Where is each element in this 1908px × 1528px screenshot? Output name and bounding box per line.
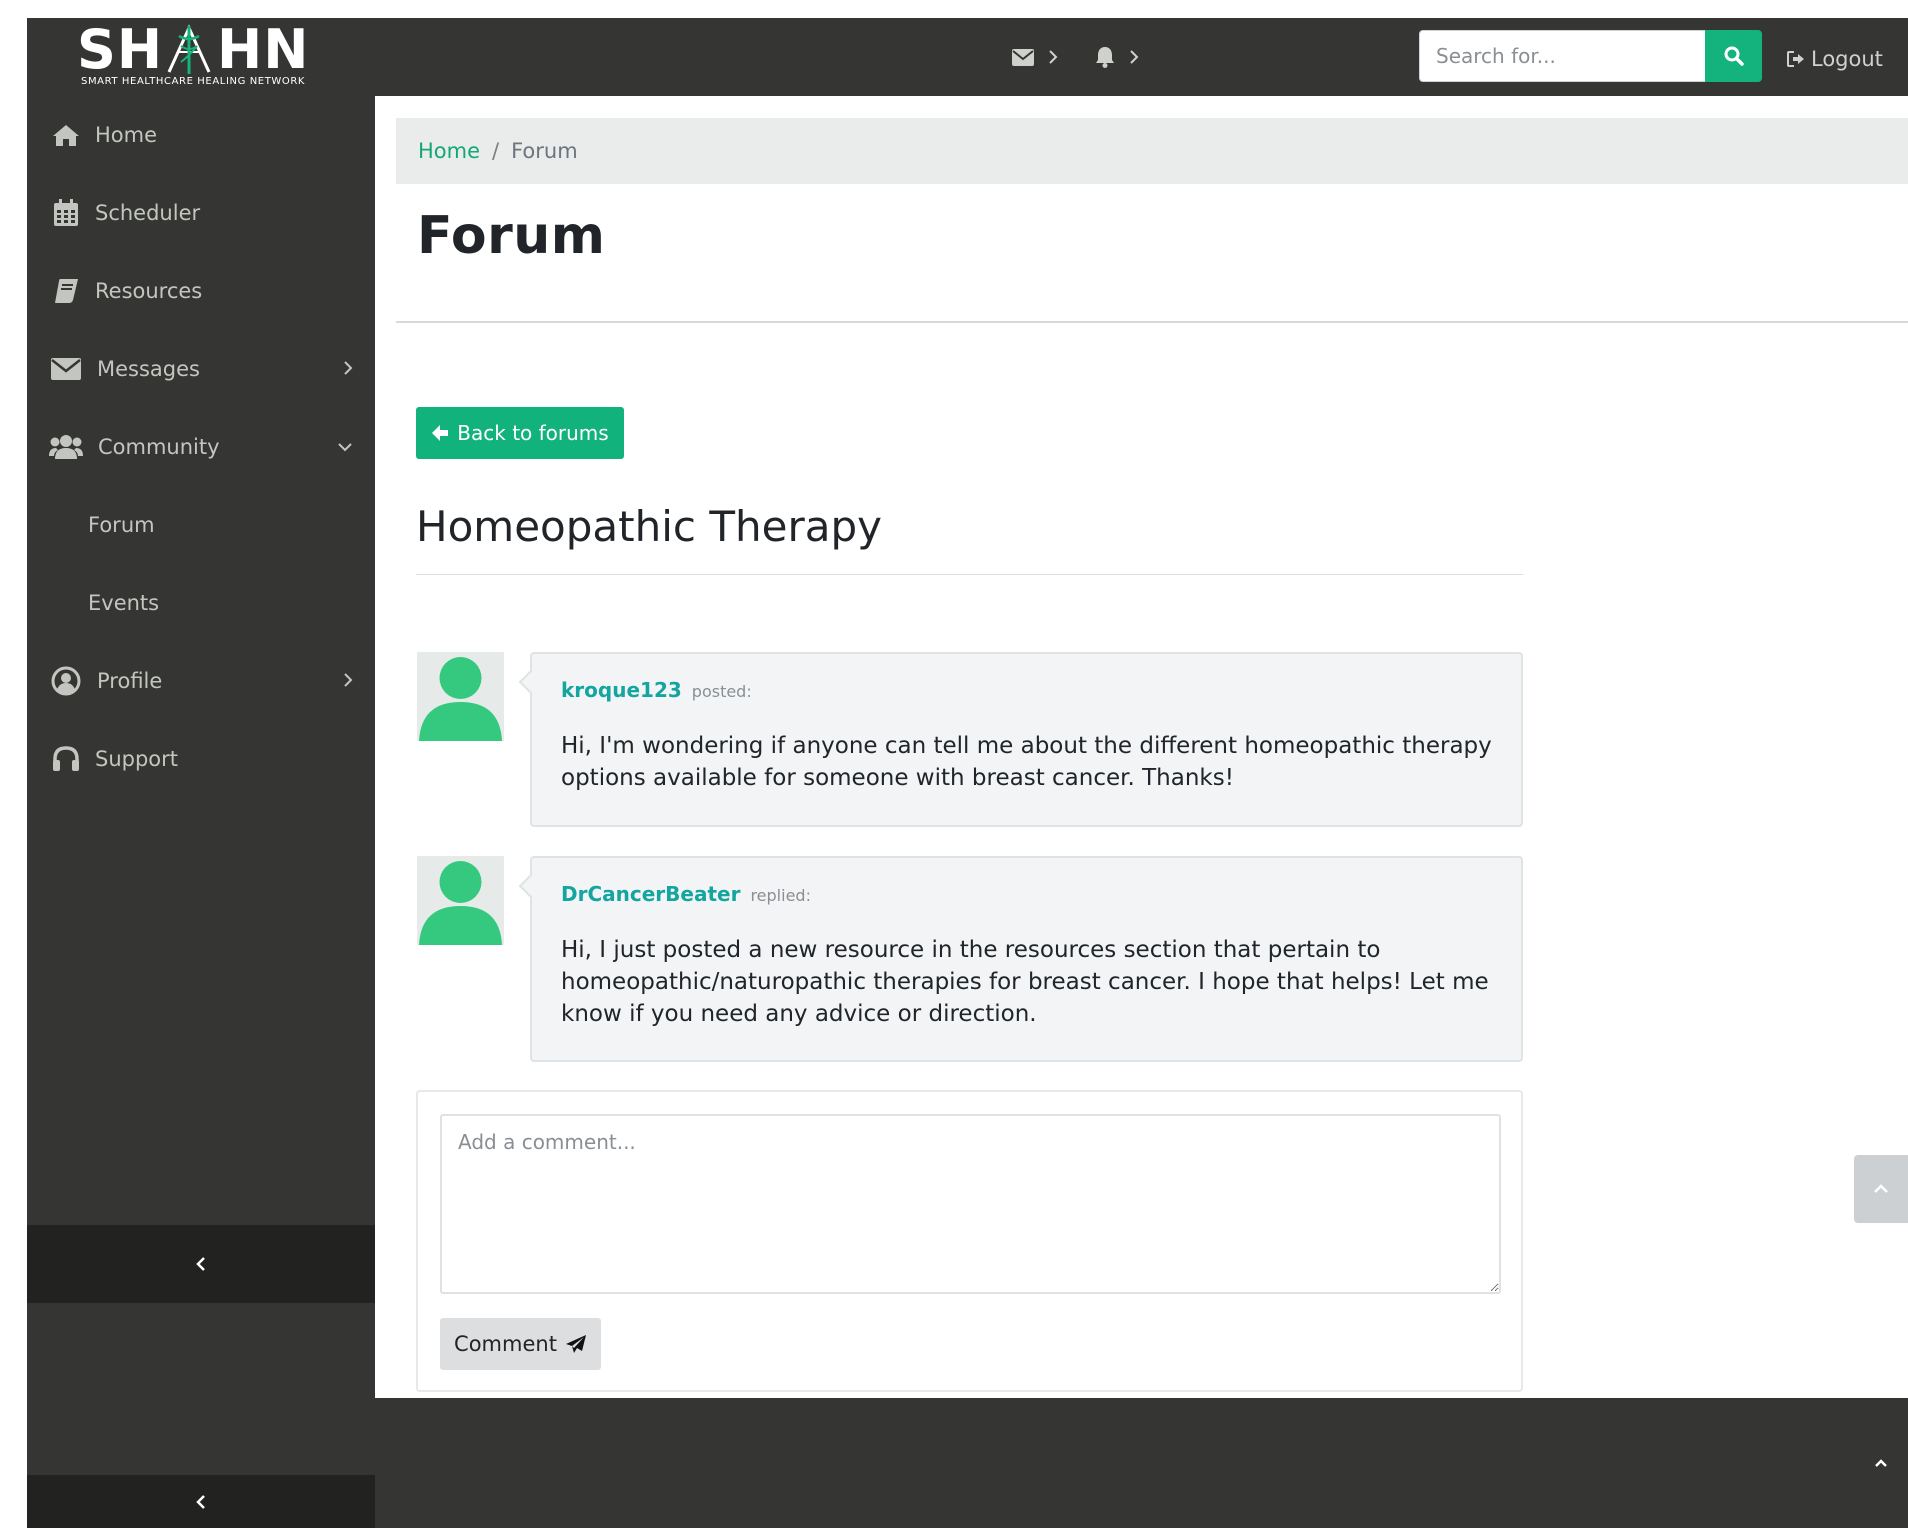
comment-button-label: Comment	[454, 1332, 557, 1356]
breadcrumb: Home / Forum	[396, 118, 1908, 184]
brand-tagline: SMART HEALTHCARE HEALING NETWORK	[81, 76, 306, 87]
logout-link[interactable]: Logout	[1787, 42, 1883, 76]
sidebar-item-community[interactable]: Community	[27, 408, 375, 486]
sidebar-item-label: Support	[95, 747, 179, 771]
user-avatar-icon	[419, 657, 502, 741]
bell-icon	[1096, 47, 1114, 68]
sidebar-item-resources[interactable]: Resources	[27, 252, 375, 330]
chevron-down-icon	[338, 443, 352, 452]
top-navbar: SH HN SMART HEALTHCARE HEALING NETWORK S…	[27, 18, 1908, 96]
footer	[375, 1398, 1908, 1528]
home-icon	[49, 120, 83, 150]
chevron-up-icon	[1875, 1458, 1887, 1467]
footer-scroll-up-button[interactable]	[1854, 1398, 1908, 1528]
sidebar-subitem-forum[interactable]: Forum	[27, 486, 375, 564]
chevron-right-icon	[1049, 50, 1058, 64]
calendar-icon	[49, 198, 83, 228]
chevron-left-icon	[196, 1257, 205, 1271]
sidebar-item-label: Scheduler	[95, 201, 201, 225]
brand-logo-mark: SH HN	[77, 18, 309, 81]
reply-card: DrCancerBeater replied: Hi, I just posted…	[518, 856, 1523, 1062]
comment-input[interactable]	[440, 1114, 1501, 1294]
sidebar-item-label: Community	[98, 435, 220, 459]
search-button[interactable]	[1705, 30, 1762, 82]
back-button-label: Back to forums	[457, 421, 609, 445]
chevron-right-icon	[1130, 50, 1139, 64]
sidebar-item-scheduler[interactable]: Scheduler	[27, 174, 375, 252]
reply-verb: replied:	[750, 886, 811, 905]
paper-plane-icon	[565, 1335, 586, 1353]
sidebar-subitem-label: Events	[88, 591, 160, 615]
sidebar-item-messages[interactable]: Messages	[27, 330, 375, 408]
thread-divider	[416, 574, 1523, 575]
breadcrumb-home-link[interactable]: Home	[418, 139, 480, 163]
thread-title: Homeopathic Therapy	[416, 502, 882, 551]
reply-author-line: DrCancerBeater replied:	[561, 882, 811, 906]
chevron-left-icon	[196, 1494, 205, 1509]
reply-card-notch	[518, 874, 542, 898]
brand-logo[interactable]: SH HN SMART HEALTHCARE HEALING NETWORK	[77, 18, 327, 88]
sidebar-subitem-events[interactable]: Events	[27, 564, 375, 642]
title-divider	[396, 321, 1908, 323]
post-card-notch	[518, 670, 542, 694]
chevron-right-icon	[344, 673, 353, 687]
post-author-link[interactable]: kroque123	[561, 678, 682, 702]
breadcrumb-separator: /	[492, 139, 500, 163]
sidebar-subitem-label: Forum	[88, 513, 155, 537]
page-title: Forum	[417, 206, 606, 266]
reply-body: Hi, I just posted a new resource in the …	[561, 937, 1489, 1027]
post-body: Hi, I'm wondering if anyone can tell me …	[561, 733, 1492, 791]
sidebar-item-support[interactable]: Support	[27, 720, 375, 798]
sidebar-collapse-button-footer[interactable]	[27, 1475, 375, 1528]
comment-form: Comment	[416, 1090, 1523, 1392]
post-author-line: kroque123 posted:	[561, 678, 752, 702]
sign-out-icon	[1787, 51, 1804, 67]
envelope-icon	[1012, 48, 1034, 66]
back-to-forums-button[interactable]: Back to forums	[416, 407, 624, 459]
post-card: kroque123 posted: Hi, I'm wondering if an…	[518, 652, 1523, 827]
notifications-dropdown[interactable]	[1095, 40, 1139, 74]
arrow-left-icon	[432, 425, 449, 441]
reply-author-link[interactable]: DrCancerBeater	[561, 882, 740, 906]
sidebar-collapse-button[interactable]	[27, 1225, 375, 1303]
chevron-up-icon	[1874, 1184, 1888, 1193]
book-icon	[49, 276, 83, 306]
chevron-right-icon	[344, 361, 353, 375]
scroll-to-top-button[interactable]	[1854, 1155, 1908, 1223]
user-circle-icon	[49, 666, 83, 696]
messages-dropdown[interactable]	[1012, 40, 1058, 74]
sidebar-item-label: Resources	[95, 279, 203, 303]
avatar[interactable]	[417, 856, 504, 945]
avatar[interactable]	[417, 652, 504, 741]
post-verb: posted:	[691, 682, 752, 701]
users-icon	[49, 432, 83, 462]
breadcrumb-current: Forum	[511, 139, 578, 163]
envelope-icon	[49, 354, 83, 384]
comment-submit-button[interactable]: Comment	[440, 1318, 601, 1370]
svg-text:SH: SH	[77, 22, 163, 76]
svg-text:HN: HN	[217, 22, 309, 76]
app-window: SH HN SMART HEALTHCARE HEALING NETWORK S…	[27, 18, 1908, 1528]
sidebar: Home Scheduler Resources Messages Commun…	[27, 96, 375, 1528]
search-icon	[1724, 46, 1744, 66]
search-input[interactable]	[1419, 30, 1705, 82]
headset-icon	[49, 744, 83, 774]
sidebar-item-label: Profile	[97, 669, 163, 693]
sidebar-item-home[interactable]: Home	[27, 96, 375, 174]
sidebar-item-profile[interactable]: Profile	[27, 642, 375, 720]
main-content: Home / Forum Forum Back to forums Homeop…	[375, 96, 1908, 1398]
logout-label: Logout	[1811, 47, 1883, 71]
sidebar-item-label: Messages	[97, 357, 200, 381]
user-avatar-icon	[419, 861, 502, 945]
sidebar-item-label: Home	[95, 123, 158, 147]
